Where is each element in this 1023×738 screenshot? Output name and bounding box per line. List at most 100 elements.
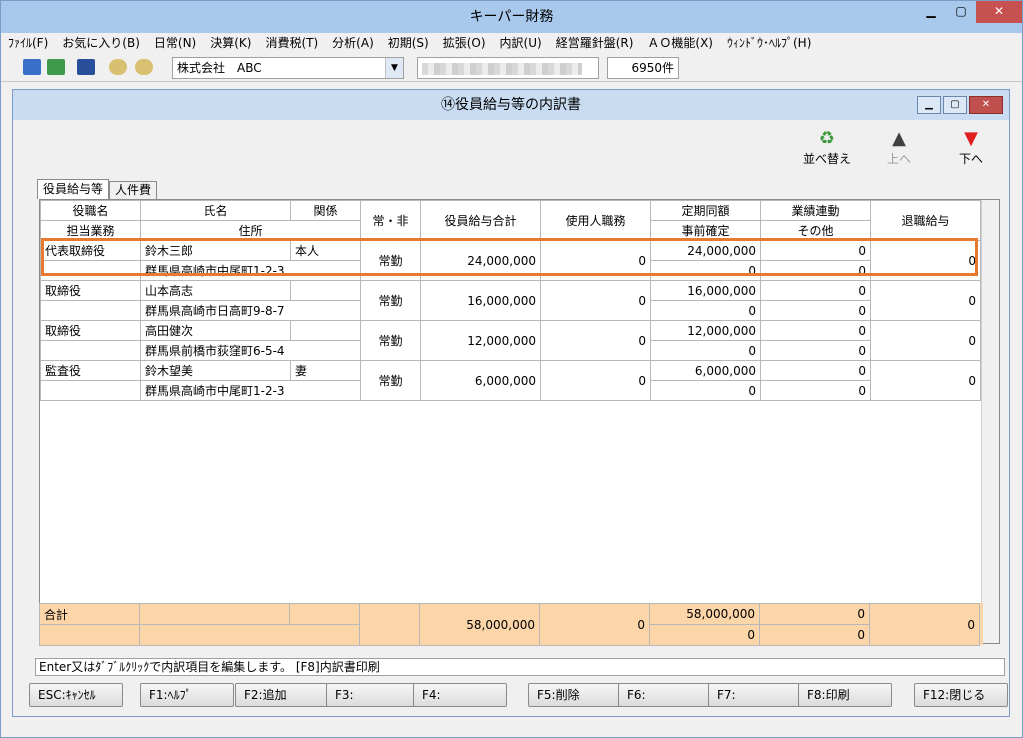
total-employee-duty: 0 (539, 603, 650, 646)
menu-analysis[interactable]: 分析(A) (325, 33, 381, 53)
menu-favorites[interactable]: お気に入り(B) (55, 33, 147, 53)
arrow-down-icon: ▼ (964, 128, 978, 149)
app-window: キーパー財務 ▁ ▢ ✕ ﾌｧｲﾙ(F) お気に入り(B) 日常(N) 決算(K… (0, 0, 1023, 738)
cell-relation (290, 320, 361, 341)
masked-field (417, 57, 599, 79)
tab-officer-salary[interactable]: 役員給与等 (37, 179, 110, 199)
menu-breakdown[interactable]: 内訳(U) (493, 33, 549, 53)
col-total: 役員給与合計 (420, 200, 541, 241)
col-retirement: 退職給与 (870, 200, 981, 241)
cell-regular: 6,000,000 (650, 360, 761, 381)
col-fulltime: 常・非 (360, 200, 421, 241)
menu-window-help[interactable]: ｳｨﾝﾄﾞｳ･ﾍﾙﾌﾟ(H) (720, 33, 818, 53)
cell-role: 取締役 (40, 280, 141, 301)
header-row-1: 役職名 氏名 関係 常・非 役員給与合計 使用人職務 定期同額 業績連動 退職給… (40, 200, 981, 241)
f12-close-button[interactable]: F12:閉じる (914, 683, 1008, 707)
record-count: 6950件 (607, 57, 679, 79)
company-select[interactable]: 株式会社 ABC ▼ (172, 57, 404, 79)
cell-performance: 0 (760, 360, 871, 381)
menu-consumption-tax[interactable]: 消費税(T) (258, 33, 325, 53)
status-message: Enter又はﾀﾞﾌﾞﾙｸﾘｯｸで内訳項目を編集します。 [F8]内訳書印刷 (35, 658, 1005, 676)
table-row[interactable]: 監査役 鈴木望美 妻 常勤 6,000,000 0 6,000,000 0 0 (40, 360, 981, 401)
cell-retirement: 0 (870, 320, 981, 361)
cell-name: 山本高志 (140, 280, 291, 301)
window-close-button[interactable]: ✕ (969, 96, 1003, 114)
window-maximize-button[interactable]: ▢ (943, 96, 967, 114)
table-row[interactable]: 取締役 山本高志 常勤 16,000,000 0 16,000,000 0 0 (40, 280, 981, 321)
table-row[interactable]: 代表取締役 鈴木三郎 本人 常勤 24,000,000 0 24,000,000… (40, 240, 981, 281)
up-label: 上へ (886, 152, 911, 166)
cell-retirement: 0 (870, 280, 981, 321)
menu-compass[interactable]: 経営羅針盤(R) (549, 33, 641, 53)
minimize-button[interactable]: ▁ (916, 1, 946, 23)
cell-total: 6,000,000 (420, 360, 541, 401)
app-titlebar: キーパー財務 ▁ ▢ ✕ (1, 1, 1022, 33)
col-relation: 関係 (290, 200, 361, 221)
cell-duty (40, 340, 141, 361)
menu-ao[interactable]: ＡＯ機能(X) (640, 33, 720, 53)
cell-other: 0 (760, 300, 871, 321)
menu-settlement[interactable]: 決算(K) (203, 33, 258, 53)
cell-retirement: 0 (870, 240, 981, 281)
cell-address: 群馬県高崎市中尾町1-2-3 (140, 380, 361, 401)
cell-name: 鈴木望美 (140, 360, 291, 381)
down-button[interactable]: ▼ 下へ (941, 128, 1001, 167)
chevron-down-icon[interactable]: ▼ (385, 58, 403, 78)
cell-fulltime: 常勤 (360, 240, 421, 281)
breakdown-window: ⑭役員給与等の内訳書 ▁ ▢ ✕ ♻ 並べ替え ▲ 上へ ▼ 下へ 役員給与等 … (12, 89, 1010, 717)
table-row[interactable]: 取締役 高田健次 常勤 12,000,000 0 12,000,000 0 0 (40, 320, 981, 361)
up-button[interactable]: ▲ 上へ (869, 128, 929, 167)
totals-footer: 合計 58,000,000 0 58,000,000 0 0 0 0 (39, 603, 983, 646)
open-icon[interactable] (23, 59, 41, 75)
window-title: ⑭役員給与等の内訳書 (441, 97, 581, 113)
refresh-icon[interactable] (47, 59, 65, 75)
cell-fulltime: 常勤 (360, 360, 421, 401)
vertical-scrollbar[interactable] (981, 200, 999, 643)
col-regular: 定期同額 (650, 200, 761, 221)
f8-print-button[interactable]: F8:印刷 (798, 683, 892, 707)
tab-personnel[interactable]: 人件費 (109, 181, 158, 199)
cell-address: 群馬県前橋市荻窪町6-5-4 (140, 340, 361, 361)
menu-daily[interactable]: 日常(N) (147, 33, 203, 53)
cell-advance: 0 (650, 260, 761, 281)
total-retirement: 0 (869, 603, 980, 646)
cell-role: 代表取締役 (40, 240, 141, 261)
f4-button[interactable]: F4: (413, 683, 507, 707)
window-icon[interactable] (77, 59, 95, 75)
maximize-button[interactable]: ▢ (946, 1, 976, 23)
arrow-up-icon: ▲ (892, 128, 906, 149)
f3-button[interactable]: F3: (326, 683, 420, 707)
esc-cancel-button[interactable]: ESC:ｷｬﾝｾﾙ (29, 683, 123, 707)
cell-employee-duty: 0 (540, 240, 651, 281)
total-row: 合計 58,000,000 0 58,000,000 0 0 (39, 603, 980, 646)
f5-delete-button[interactable]: F5:削除 (528, 683, 622, 707)
f7-button[interactable]: F7: (708, 683, 802, 707)
company-name: 株式会社 ABC (177, 61, 262, 75)
col-address: 住所 (140, 220, 361, 241)
function-key-bar: ESC:ｷｬﾝｾﾙ F1:ﾍﾙﾌﾟ F2:追加 F3: F4: F5:削除 F6… (1, 683, 1022, 711)
cell-address: 群馬県高崎市中尾町1-2-3 (140, 260, 361, 281)
cell-relation (290, 280, 361, 301)
sort-button[interactable]: ♻ 並べ替え (797, 128, 857, 167)
total-sum: 58,000,000 (419, 603, 540, 646)
zoom-in-icon[interactable] (109, 59, 127, 75)
breakdown-grid: 役職名 氏名 関係 常・非 役員給与合計 使用人職務 定期同額 業績連動 退職給… (39, 199, 1000, 644)
cell-advance: 0 (650, 380, 761, 401)
cell-performance: 0 (760, 240, 871, 261)
total-regular: 58,000,000 (649, 603, 760, 625)
zoom-out-icon[interactable] (135, 59, 153, 75)
close-button[interactable]: ✕ (976, 1, 1022, 23)
window-minimize-button[interactable]: ▁ (917, 96, 941, 114)
f2-add-button[interactable]: F2:追加 (235, 683, 329, 707)
total-performance: 0 (759, 603, 870, 625)
menu-extension[interactable]: 拡張(O) (436, 33, 493, 53)
total-other: 0 (759, 624, 870, 646)
cell-advance: 0 (650, 340, 761, 361)
f1-help-button[interactable]: F1:ﾍﾙﾌﾟ (140, 683, 234, 707)
cell-duty (40, 300, 141, 321)
cell-total: 16,000,000 (420, 280, 541, 321)
menu-initial[interactable]: 初期(S) (381, 33, 436, 53)
f6-button[interactable]: F6: (618, 683, 712, 707)
sort-icon: ♻ (818, 128, 836, 149)
menu-file[interactable]: ﾌｧｲﾙ(F) (1, 33, 55, 53)
